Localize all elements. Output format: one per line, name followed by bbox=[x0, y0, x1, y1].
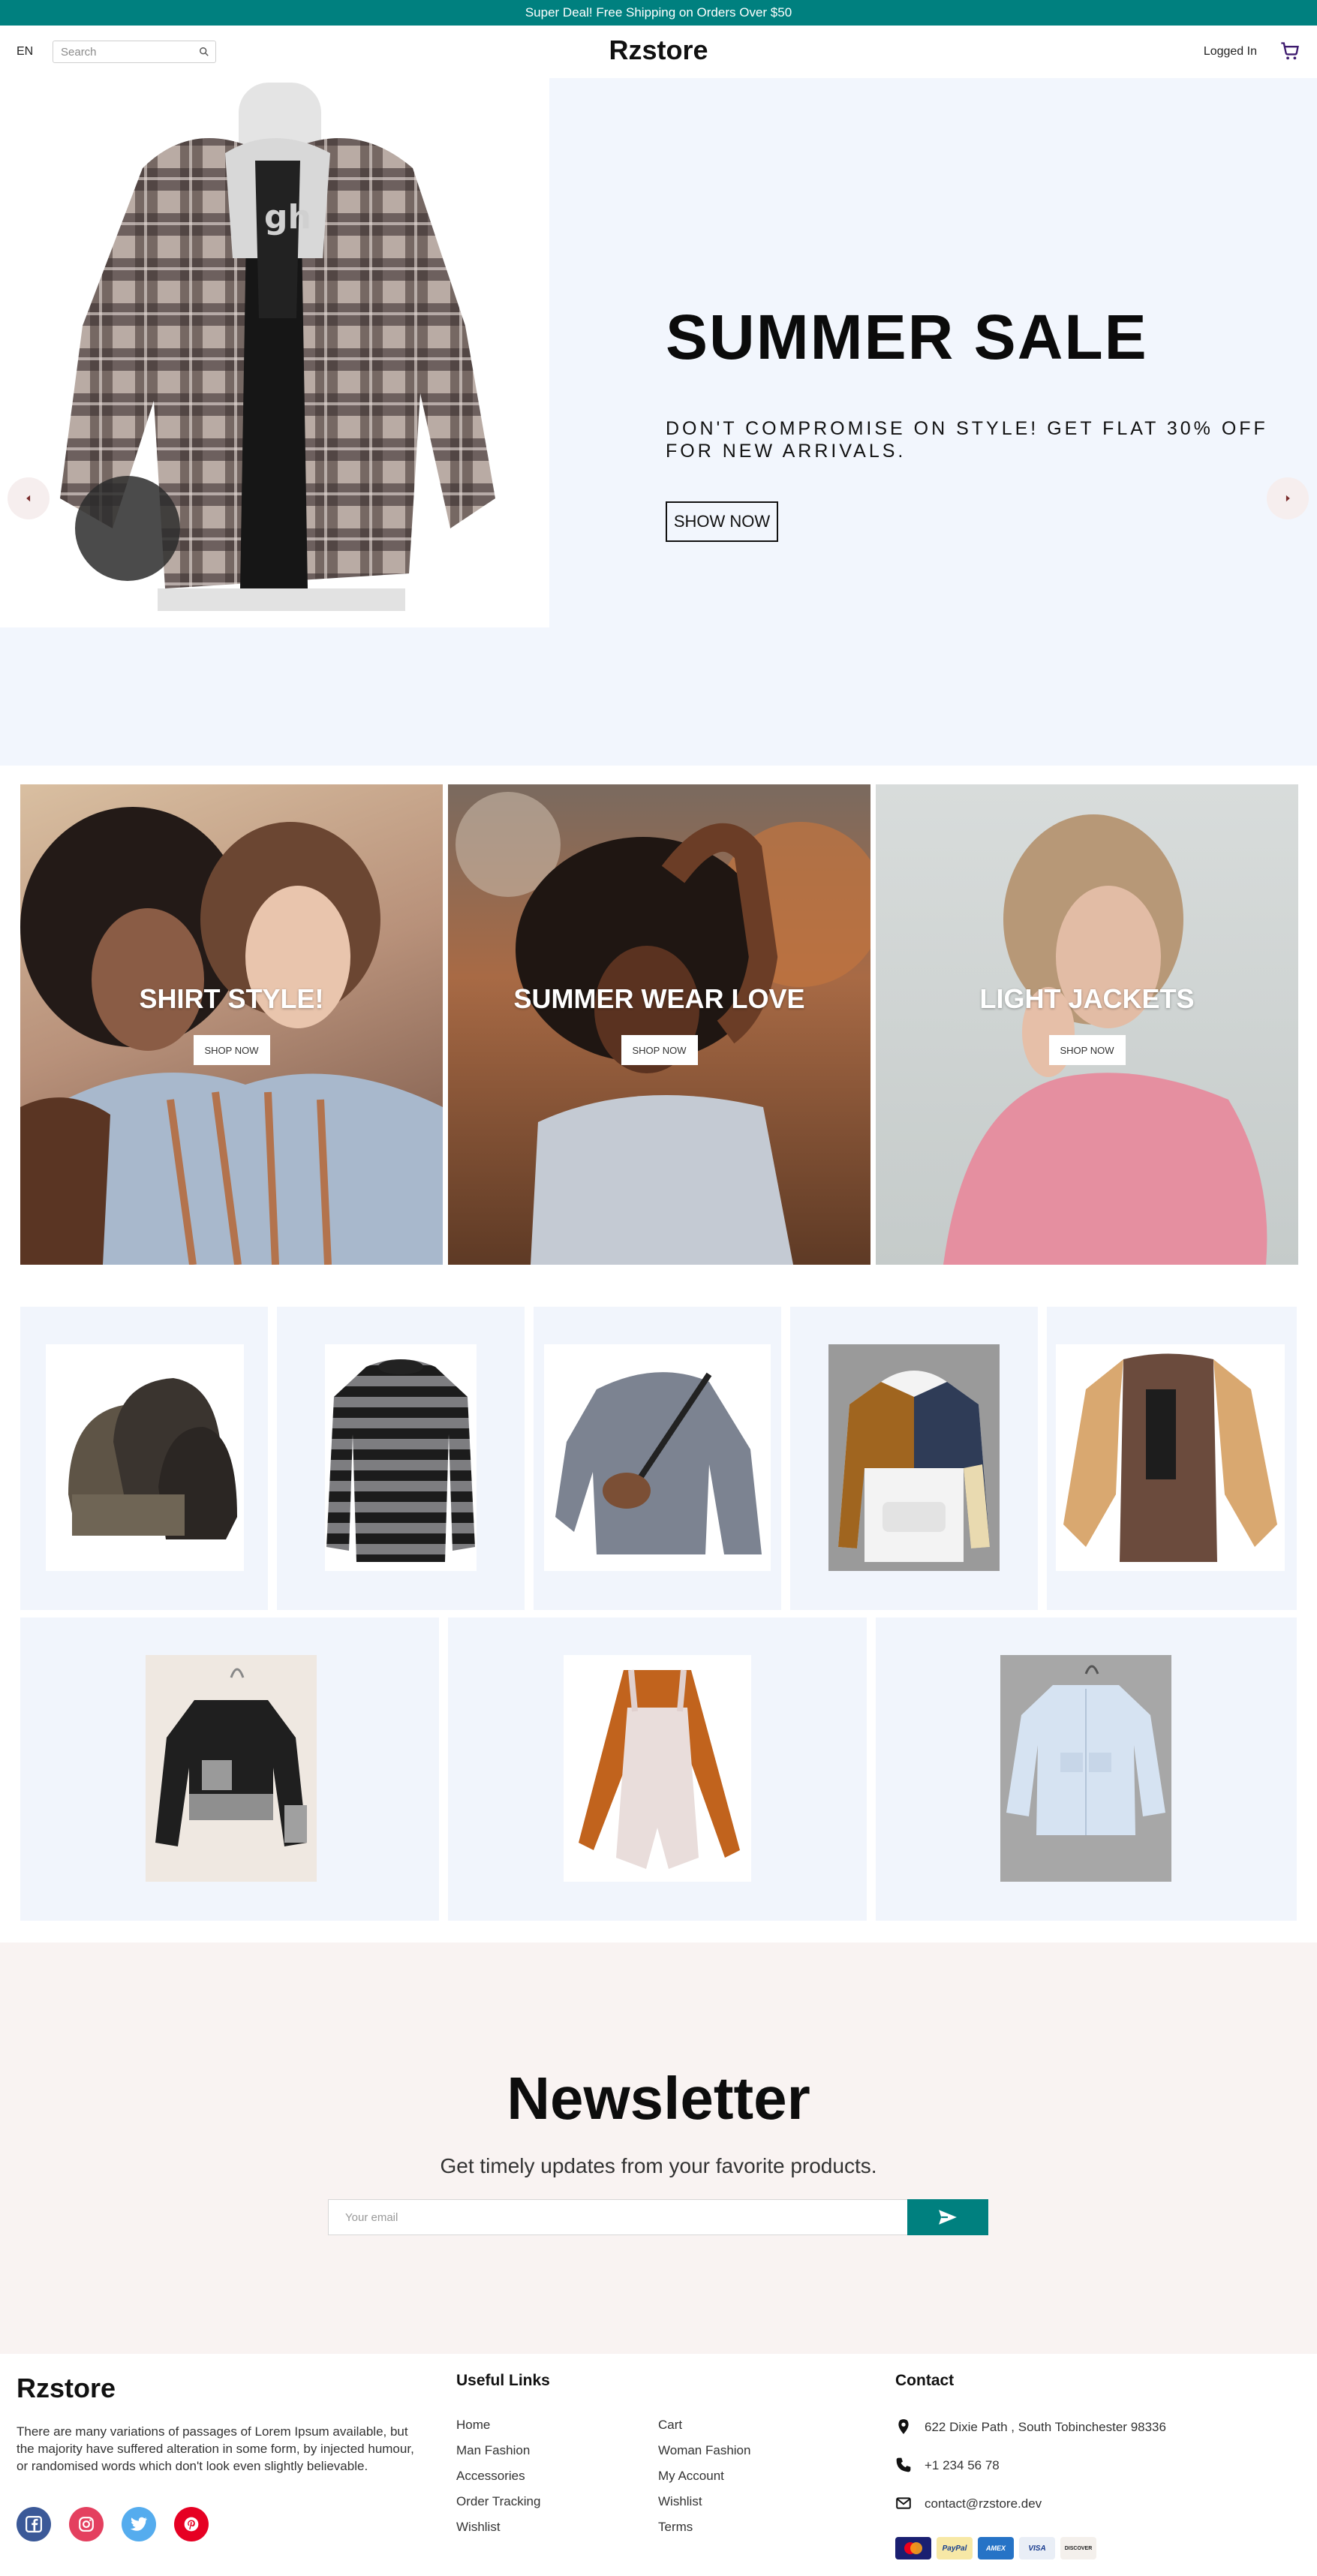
category-title: SUMMER WEAR LOVE bbox=[513, 983, 805, 1014]
newsletter-submit-button[interactable] bbox=[907, 2199, 988, 2235]
category-image-shirt bbox=[20, 807, 443, 1265]
footer-link-man-fashion[interactable]: Man Fashion bbox=[456, 2443, 530, 2458]
product-card[interactable] bbox=[20, 1307, 268, 1610]
product-card[interactable] bbox=[534, 1307, 781, 1610]
contact-address: 622 Dixie Path , South Tobinchester 9833… bbox=[925, 2420, 1166, 2434]
footer-link-order-tracking[interactable]: Order Tracking bbox=[456, 2494, 540, 2509]
login-link[interactable]: Logged In bbox=[1204, 45, 1257, 59]
contact-phone[interactable]: +1 234 56 78 bbox=[925, 2458, 1000, 2473]
product-image-plaid-crop bbox=[146, 1655, 317, 1882]
product-image-overalls bbox=[564, 1655, 751, 1882]
hero-subtitle: DON'T COMPROMISE ON STYLE! GET FLAT 30% … bbox=[666, 418, 1268, 462]
hero-title: SUMMER SALE bbox=[666, 302, 1148, 372]
footer-link-cart[interactable]: Cart bbox=[658, 2418, 682, 2433]
category-title: SHIRT STYLE! bbox=[139, 983, 324, 1014]
contact-email[interactable]: contact@rzstore.dev bbox=[925, 2496, 1042, 2511]
language-selector[interactable]: EN bbox=[17, 45, 33, 59]
product-card[interactable] bbox=[1047, 1307, 1297, 1610]
newsletter-subtitle: Get timely updates from your favorite pr… bbox=[440, 2154, 877, 2177]
hero-product-image: gh bbox=[0, 78, 549, 627]
pinterest-icon bbox=[184, 2517, 199, 2532]
svg-text:gh: gh bbox=[264, 198, 311, 236]
footer-link-accessories[interactable]: Accessories bbox=[456, 2469, 525, 2484]
facebook-button[interactable] bbox=[17, 2507, 51, 2541]
footer-link-wishlist-2[interactable]: Wishlist bbox=[658, 2494, 702, 2509]
mastercard-icon bbox=[895, 2537, 931, 2559]
product-card[interactable] bbox=[790, 1307, 1038, 1610]
brand-logo[interactable]: Rzstore bbox=[609, 35, 708, 65]
category-shop-button[interactable]: SHOP NOW bbox=[193, 1035, 270, 1065]
search-box[interactable] bbox=[53, 41, 216, 63]
twitter-button[interactable] bbox=[122, 2507, 156, 2541]
email-icon bbox=[896, 2497, 911, 2509]
search-input[interactable] bbox=[53, 41, 196, 62]
useful-links-heading: Useful Links bbox=[456, 2372, 550, 2389]
cart-icon[interactable] bbox=[1279, 41, 1300, 62]
footer-description: There are many variations of passages of… bbox=[17, 2424, 414, 2473]
instagram-button[interactable] bbox=[69, 2507, 104, 2541]
newsletter-section: Newsletter Get timely updates from your … bbox=[0, 1943, 1317, 2354]
category-card-jackets[interactable]: LIGHT JACKETS SHOP NOW bbox=[876, 784, 1298, 1265]
amex-icon: AMEX bbox=[978, 2537, 1014, 2559]
product-card[interactable] bbox=[20, 1618, 439, 1921]
announcement-bar: Super Deal! Free Shipping on Orders Over… bbox=[0, 0, 1317, 26]
category-card-shirt[interactable]: SHIRT STYLE! SHOP NOW bbox=[20, 784, 443, 1265]
product-card[interactable] bbox=[876, 1618, 1297, 1921]
arrow-left-icon bbox=[26, 495, 31, 502]
twitter-icon bbox=[130, 2517, 147, 2531]
product-image-grey-knit bbox=[544, 1344, 771, 1571]
visa-icon: VISA bbox=[1019, 2537, 1055, 2559]
phone-icon bbox=[896, 2457, 911, 2472]
paypal-icon: PayPal bbox=[937, 2537, 973, 2559]
pinterest-button[interactable] bbox=[174, 2507, 209, 2541]
hero-slider: gh SUMMER SALE DON'T COMPROMISE ON STYLE… bbox=[0, 78, 1317, 766]
slider-prev-button[interactable] bbox=[8, 477, 50, 519]
instagram-icon bbox=[79, 2517, 94, 2532]
product-image-hoodie bbox=[828, 1344, 1000, 1571]
product-grid bbox=[20, 1307, 1297, 1921]
contact-heading: Contact bbox=[895, 2372, 955, 2389]
product-image-beanies bbox=[46, 1344, 244, 1571]
arrow-right-icon bbox=[1285, 495, 1290, 502]
send-icon bbox=[939, 2210, 957, 2225]
announcement-text: Super Deal! Free Shipping on Orders Over… bbox=[525, 5, 792, 20]
product-card[interactable] bbox=[277, 1307, 525, 1610]
footer-link-woman-fashion[interactable]: Woman Fashion bbox=[658, 2443, 750, 2458]
footer-link-wishlist[interactable]: Wishlist bbox=[456, 2520, 501, 2535]
search-icon[interactable] bbox=[199, 47, 209, 57]
product-card[interactable] bbox=[448, 1618, 867, 1921]
newsletter-email-input[interactable] bbox=[328, 2199, 908, 2235]
footer-link-my-account[interactable]: My Account bbox=[658, 2469, 724, 2484]
category-image-jackets bbox=[943, 814, 1267, 1265]
category-banners: SHIRT STYLE! SHOP NOW SUMMER WEAR LOVE S… bbox=[20, 784, 1298, 1265]
discover-icon: DISCOVER bbox=[1060, 2537, 1096, 2559]
product-image-varsity-jacket bbox=[1056, 1344, 1285, 1571]
location-icon bbox=[898, 2419, 909, 2434]
newsletter-form bbox=[328, 2199, 988, 2235]
category-title: LIGHT JACKETS bbox=[979, 983, 1195, 1014]
slider-next-button[interactable] bbox=[1267, 477, 1309, 519]
footer: Rzstore There are many variations of pas… bbox=[0, 2354, 1317, 2576]
footer-brand[interactable]: Rzstore bbox=[17, 2373, 116, 2404]
facebook-icon bbox=[26, 2516, 42, 2532]
category-card-summer[interactable]: SUMMER WEAR LOVE SHOP NOW bbox=[448, 784, 870, 1265]
category-shop-button[interactable]: SHOP NOW bbox=[621, 1035, 698, 1065]
product-image-light-jacket bbox=[1000, 1655, 1171, 1882]
category-shop-button[interactable]: SHOP NOW bbox=[1048, 1035, 1126, 1065]
footer-link-home[interactable]: Home bbox=[456, 2418, 490, 2433]
product-image-striped-sweater bbox=[325, 1344, 477, 1571]
top-navbar: EN Rzstore Logged In bbox=[0, 26, 1317, 78]
footer-link-terms[interactable]: Terms bbox=[658, 2520, 693, 2535]
newsletter-title: Newsletter bbox=[507, 2065, 810, 2132]
hero-shop-button[interactable]: SHOW NOW bbox=[666, 501, 778, 542]
category-image-summer bbox=[456, 792, 870, 1265]
